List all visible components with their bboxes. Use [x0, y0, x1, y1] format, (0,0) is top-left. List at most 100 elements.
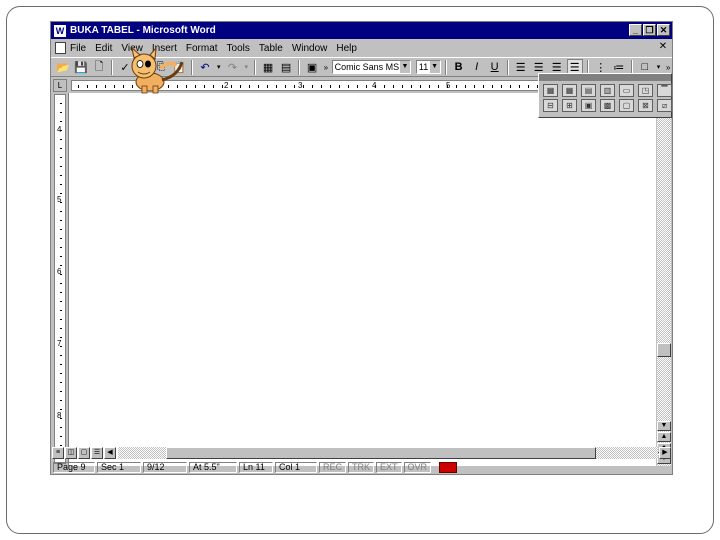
ruler-tick	[492, 84, 493, 88]
insert-columns-icon[interactable]: ▥	[600, 84, 615, 97]
scroll-right-icon[interactable]: ▶	[659, 446, 671, 459]
sort-icon[interactable]: ⊠	[638, 99, 653, 112]
split-cells-icon[interactable]: ◳	[638, 84, 653, 97]
ruler-tick	[267, 84, 268, 88]
ruler-tick	[447, 84, 448, 88]
status-ext[interactable]: EXT	[376, 462, 402, 473]
cartoon-cat-icon	[131, 46, 184, 94]
ruler-tick	[285, 84, 286, 88]
previous-page-icon[interactable]: ▲	[657, 432, 671, 442]
insert-table-icon[interactable]: ▦	[562, 84, 577, 97]
close-document-button[interactable]: ✕	[657, 42, 669, 53]
vruler-tick	[60, 328, 62, 329]
save-icon[interactable]: 💾	[73, 59, 89, 75]
status-rec[interactable]: REC	[319, 462, 347, 473]
insert-table-icon[interactable]: ▤	[278, 59, 294, 75]
document-map-icon[interactable]: ▣	[304, 59, 320, 75]
web-layout-icon[interactable]: ◫	[65, 446, 77, 459]
ruler-tick	[213, 84, 214, 88]
open-icon[interactable]: 📂	[55, 59, 71, 75]
align-top-icon[interactable]: ▔	[657, 84, 672, 97]
toolbar-more-icon[interactable]: »	[322, 59, 330, 75]
vruler-tick	[60, 193, 62, 194]
borders-icon[interactable]: ▢	[619, 99, 634, 112]
insert-rows-icon[interactable]: ▤	[581, 84, 596, 97]
tables-borders-icon[interactable]: ▦	[260, 59, 276, 75]
undo-dropdown-icon[interactable]: ▾	[215, 59, 223, 75]
vertical-scroll-thumb[interactable]	[657, 343, 671, 357]
vruler-tick	[60, 427, 62, 428]
vruler-tick	[60, 436, 62, 437]
status-line: Ln 11	[239, 462, 273, 473]
ruler-tick	[357, 84, 358, 88]
menu-table[interactable]: Table	[259, 43, 283, 54]
vruler-tick	[60, 337, 62, 338]
horizontal-scrollbar[interactable]	[118, 446, 658, 459]
font-size-select[interactable]: 11 ▼	[415, 60, 441, 74]
chevron-down-icon[interactable]: ▼	[429, 61, 440, 73]
menu-format[interactable]: Format	[186, 43, 218, 54]
vruler-tick	[60, 283, 62, 284]
ruler-tick	[78, 84, 79, 88]
draw-table-icon[interactable]: ▦	[543, 84, 558, 97]
menu-edit[interactable]: Edit	[95, 43, 112, 54]
autoformat-icon[interactable]: ▣	[581, 99, 596, 112]
word-app-icon[interactable]: W	[54, 24, 66, 37]
redo-icon[interactable]: ↷	[225, 59, 241, 75]
align-left-icon[interactable]: ☰	[513, 59, 529, 75]
status-ovr[interactable]: OVR	[403, 462, 432, 473]
ruler-tick	[420, 84, 421, 88]
vruler-tick	[60, 319, 62, 320]
print-layout-icon[interactable]: ▢	[78, 446, 90, 459]
vruler-tick	[60, 202, 62, 203]
distribute-rows-icon[interactable]: ⊟	[543, 99, 558, 112]
merge-cells-icon[interactable]: ▭	[619, 84, 634, 97]
shading-icon[interactable]: ▩	[600, 99, 615, 112]
ruler-tick	[393, 84, 394, 88]
vruler-tick	[60, 409, 62, 410]
close-button[interactable]: ✕	[657, 24, 670, 36]
menu-window[interactable]: Window	[292, 43, 328, 54]
redo-dropdown-icon[interactable]: ▾	[243, 59, 251, 75]
bold-button[interactable]: B	[451, 59, 467, 75]
status-section: Sec 1	[97, 462, 141, 473]
palette-title-bar[interactable]	[539, 74, 671, 81]
tab-selector-icon[interactable]: L	[53, 78, 67, 92]
print-preview-icon[interactable]: 🗋	[91, 59, 107, 75]
menu-file[interactable]: File	[70, 43, 86, 54]
document-page[interactable]	[68, 93, 656, 466]
vruler-tick	[60, 211, 62, 212]
scroll-down-icon[interactable]: ▼	[657, 421, 671, 431]
undo-icon[interactable]: ↶	[197, 59, 213, 75]
vertical-scrollbar[interactable]: ▼ ▲ ● ▼	[657, 93, 671, 466]
chevron-down-icon[interactable]: ▼	[399, 61, 410, 73]
vruler-tick	[60, 112, 62, 113]
vertical-ruler[interactable]: 4 5 6 7 8	[54, 94, 66, 464]
horizontal-scroll-thumb[interactable]	[166, 446, 596, 459]
vruler-tick	[60, 355, 62, 356]
toolbar-separator	[191, 59, 193, 75]
underline-button[interactable]: U	[487, 59, 503, 75]
outline-view-icon[interactable]: ☰	[91, 446, 103, 459]
vruler-tick	[60, 382, 62, 383]
italic-button[interactable]: I	[469, 59, 485, 75]
ruler-number: 2	[224, 80, 229, 90]
ruler-tick	[204, 84, 205, 88]
status-page: Page 9	[53, 462, 95, 473]
scroll-left-icon[interactable]: ◀	[104, 446, 116, 459]
document-icon[interactable]	[55, 42, 66, 54]
menu-help[interactable]: Help	[336, 43, 357, 54]
vruler-tick	[60, 139, 62, 140]
ruler-tick	[87, 84, 88, 88]
status-at: At 5.5"	[189, 462, 237, 473]
minimize-button[interactable]: _	[629, 24, 642, 36]
distribute-columns-icon[interactable]: ⊞	[562, 99, 577, 112]
ruler-number: 3	[298, 80, 303, 90]
font-name-select[interactable]: Comic Sans MS ▼	[331, 60, 411, 74]
eraser-icon[interactable]: ⧄	[657, 99, 672, 112]
menu-tools[interactable]: Tools	[227, 43, 250, 54]
restore-button[interactable]: ❐	[643, 24, 656, 36]
status-trk[interactable]: TRK	[348, 462, 375, 473]
spelling-status-icon[interactable]	[439, 462, 458, 473]
normal-view-icon[interactable]: ≡	[52, 446, 64, 459]
